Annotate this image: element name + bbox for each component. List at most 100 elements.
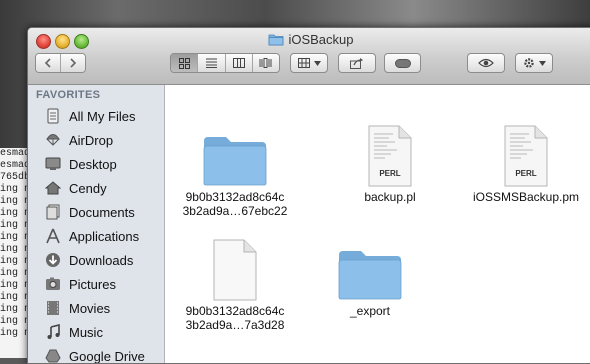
window-title: iOSBackup — [288, 32, 354, 47]
sidebar-item-label: All My Files — [69, 108, 136, 124]
terminal-line: ing n — [0, 232, 31, 243]
folder-icon — [305, 235, 435, 301]
chevron-down-icon — [313, 60, 321, 66]
terminal-line: esmad — [0, 148, 31, 159]
terminal-line: ing n — [0, 268, 31, 279]
file-item[interactable]: 9b0b3132ad8c64c 3b2ad9a…67ebc22 — [170, 121, 300, 218]
folder-icon — [268, 33, 284, 49]
downloads-icon — [44, 251, 62, 269]
action-menu-button[interactable] — [515, 53, 553, 73]
titlebar: iOSBackup — [28, 28, 590, 85]
chevron-left-icon — [44, 58, 51, 68]
terminal-line: ing n — [0, 256, 31, 267]
music-icon — [44, 323, 62, 341]
perl-badge: PERL — [515, 169, 537, 178]
chevron-right-icon — [70, 58, 77, 68]
sidebar-item-label: AirDrop — [69, 132, 114, 148]
file-name: iOSSMSBackup.pm — [472, 190, 580, 204]
column-view-button[interactable] — [225, 54, 253, 72]
terminal-line: ing n — [0, 280, 31, 291]
tag-icon — [394, 58, 411, 68]
sidebar-item-all-my-files[interactable]: All My Files — [28, 104, 164, 128]
terminal-line: ing n — [0, 220, 31, 231]
file-name-line-2: 3b2ad9a…67ebc22 — [182, 204, 288, 218]
list-view-icon — [205, 58, 217, 68]
pictures-icon — [44, 275, 62, 293]
sidebar-item-label: Downloads — [69, 252, 134, 268]
terminal-line: ing n — [0, 244, 31, 255]
quick-look-button[interactable] — [467, 53, 505, 73]
terminal-line: ing n — [0, 328, 31, 339]
sidebar-item-label: Desktop — [69, 156, 117, 172]
sidebar-item-label: Google Drive — [69, 348, 145, 364]
documents-icon — [44, 203, 62, 221]
file-browser-content: 9b0b3132ad8c64c 3b2ad9a…67ebc22 PERL bac… — [165, 85, 590, 363]
arrange-button[interactable] — [290, 53, 328, 73]
sidebar-item-desktop[interactable]: Desktop — [28, 152, 164, 176]
sidebar-item-movies[interactable]: Movies — [28, 296, 164, 320]
cover-flow-icon — [259, 58, 272, 68]
home-icon — [44, 179, 62, 197]
sidebar-item-documents[interactable]: Documents — [28, 200, 164, 224]
share-button[interactable] — [338, 53, 376, 73]
terminal-line: ing n — [0, 196, 31, 207]
finder-window: iOSBackup FAVORITES All My Files AirDrop… — [27, 27, 590, 364]
cover-flow-view-button[interactable] — [252, 54, 279, 72]
file-name: 9b0b3132ad8c64c — [185, 304, 285, 318]
column-view-icon — [232, 58, 245, 68]
sidebar-item-applications[interactable]: Applications — [28, 224, 164, 248]
chevron-down-icon — [538, 60, 546, 66]
arrange-grid-icon — [297, 58, 310, 68]
file-item[interactable]: PERL iOSSMSBackup.pm — [461, 121, 590, 204]
terminal-line: 765db — [0, 172, 31, 183]
terminal-line: ing n — [0, 304, 31, 315]
terminal-line: ing n — [0, 184, 31, 195]
back-forward-control — [35, 53, 86, 73]
sidebar-item-google-drive[interactable]: Google Drive — [28, 344, 164, 364]
edit-tags-button[interactable] — [384, 53, 421, 73]
airdrop-icon — [44, 131, 62, 149]
sidebar-item-pictures[interactable]: Pictures — [28, 272, 164, 296]
applications-icon — [44, 227, 62, 245]
sidebar-item-label: Pictures — [69, 276, 116, 292]
file-name: backup.pl — [364, 190, 416, 204]
google-drive-icon — [44, 347, 62, 363]
all-files-icon — [44, 107, 62, 125]
sidebar-section-header: FAVORITES — [36, 89, 101, 101]
sidebar-item-label: Documents — [69, 204, 135, 220]
file-name: _export — [349, 304, 391, 318]
file-item[interactable]: PERL backup.pl — [325, 121, 455, 204]
desktop-icon — [44, 155, 62, 173]
sidebar-item-label: Music — [69, 324, 103, 340]
forward-button[interactable] — [61, 54, 85, 72]
icon-view-icon — [178, 57, 190, 69]
terminal-line: ing n — [0, 316, 31, 327]
file-item[interactable]: 9b0b3132ad8c64c 3b2ad9a…7a3d28 — [170, 235, 300, 332]
document-icon — [170, 235, 300, 301]
file-name: 9b0b3132ad8c64c — [185, 190, 285, 204]
perl-badge: PERL — [379, 169, 401, 178]
sidebar-item-label: Movies — [69, 300, 111, 316]
folder-icon — [170, 121, 300, 187]
back-button[interactable] — [36, 54, 61, 72]
terminal-line: esmad — [0, 160, 31, 171]
terminal-line: ing n — [0, 292, 31, 303]
sidebar-item-label: Applications — [69, 228, 140, 244]
icon-view-button[interactable] — [171, 54, 199, 72]
sidebar-item-airdrop[interactable]: AirDrop — [28, 128, 164, 152]
gear-icon — [523, 58, 534, 68]
window-title-area: iOSBackup — [28, 32, 590, 49]
sidebar: FAVORITES All My Files AirDrop Desktop C… — [28, 85, 165, 363]
share-icon — [350, 57, 363, 69]
sidebar-item-downloads[interactable]: Downloads — [28, 248, 164, 272]
sidebar-item-music[interactable]: Music — [28, 320, 164, 344]
sidebar-item-cendy[interactable]: Cendy — [28, 176, 164, 200]
terminal-line: ing n — [0, 208, 31, 219]
movies-icon — [44, 299, 62, 317]
file-name-line-2: 3b2ad9a…7a3d28 — [185, 318, 285, 332]
eye-icon — [478, 58, 494, 68]
file-item[interactable]: _export — [305, 235, 435, 318]
sidebar-item-label: Cendy — [69, 180, 107, 196]
list-view-button[interactable] — [198, 54, 226, 72]
view-mode-control — [170, 53, 280, 73]
